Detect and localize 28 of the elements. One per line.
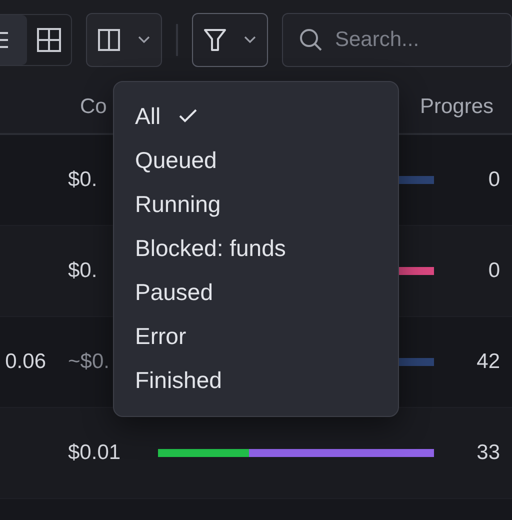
menu-item[interactable]: Running [114, 182, 398, 226]
column-header: Progres [420, 94, 495, 118]
chevron-down-icon [244, 36, 256, 44]
chevron-down-icon [138, 36, 150, 44]
search-icon [299, 28, 323, 52]
cost-cell-text: $0. [67, 259, 98, 283]
menu-item[interactable]: All [114, 94, 398, 138]
table-cell-text: 0.06 [4, 350, 47, 374]
grid-icon [37, 28, 61, 52]
cost-cell-text: $0. [67, 168, 98, 192]
menu-item[interactable]: Queued [114, 138, 398, 182]
menu-item[interactable]: Blocked: funds [114, 226, 398, 270]
search-input[interactable]: Search... [335, 28, 505, 52]
search-field[interactable]: Search... [282, 13, 512, 67]
progress-cell-text: 33 [476, 441, 501, 465]
menu-item[interactable]: Paused [114, 270, 398, 314]
cost-cell-text: $0.01 [67, 441, 122, 465]
progress-cell-text: 0 [487, 168, 501, 192]
menu-item[interactable]: Finished [114, 358, 398, 402]
columns-icon [98, 29, 120, 51]
menu-item[interactable]: Error [114, 314, 398, 358]
columns-button[interactable] [86, 13, 162, 67]
funnel-icon [204, 28, 226, 52]
progress-cell-text: 42 [476, 350, 501, 374]
filter-button[interactable] [192, 13, 268, 67]
progress-cell-text: 0 [487, 259, 501, 283]
cost-cell-text: ~$0. [67, 350, 110, 374]
column-header: Co [80, 94, 107, 118]
